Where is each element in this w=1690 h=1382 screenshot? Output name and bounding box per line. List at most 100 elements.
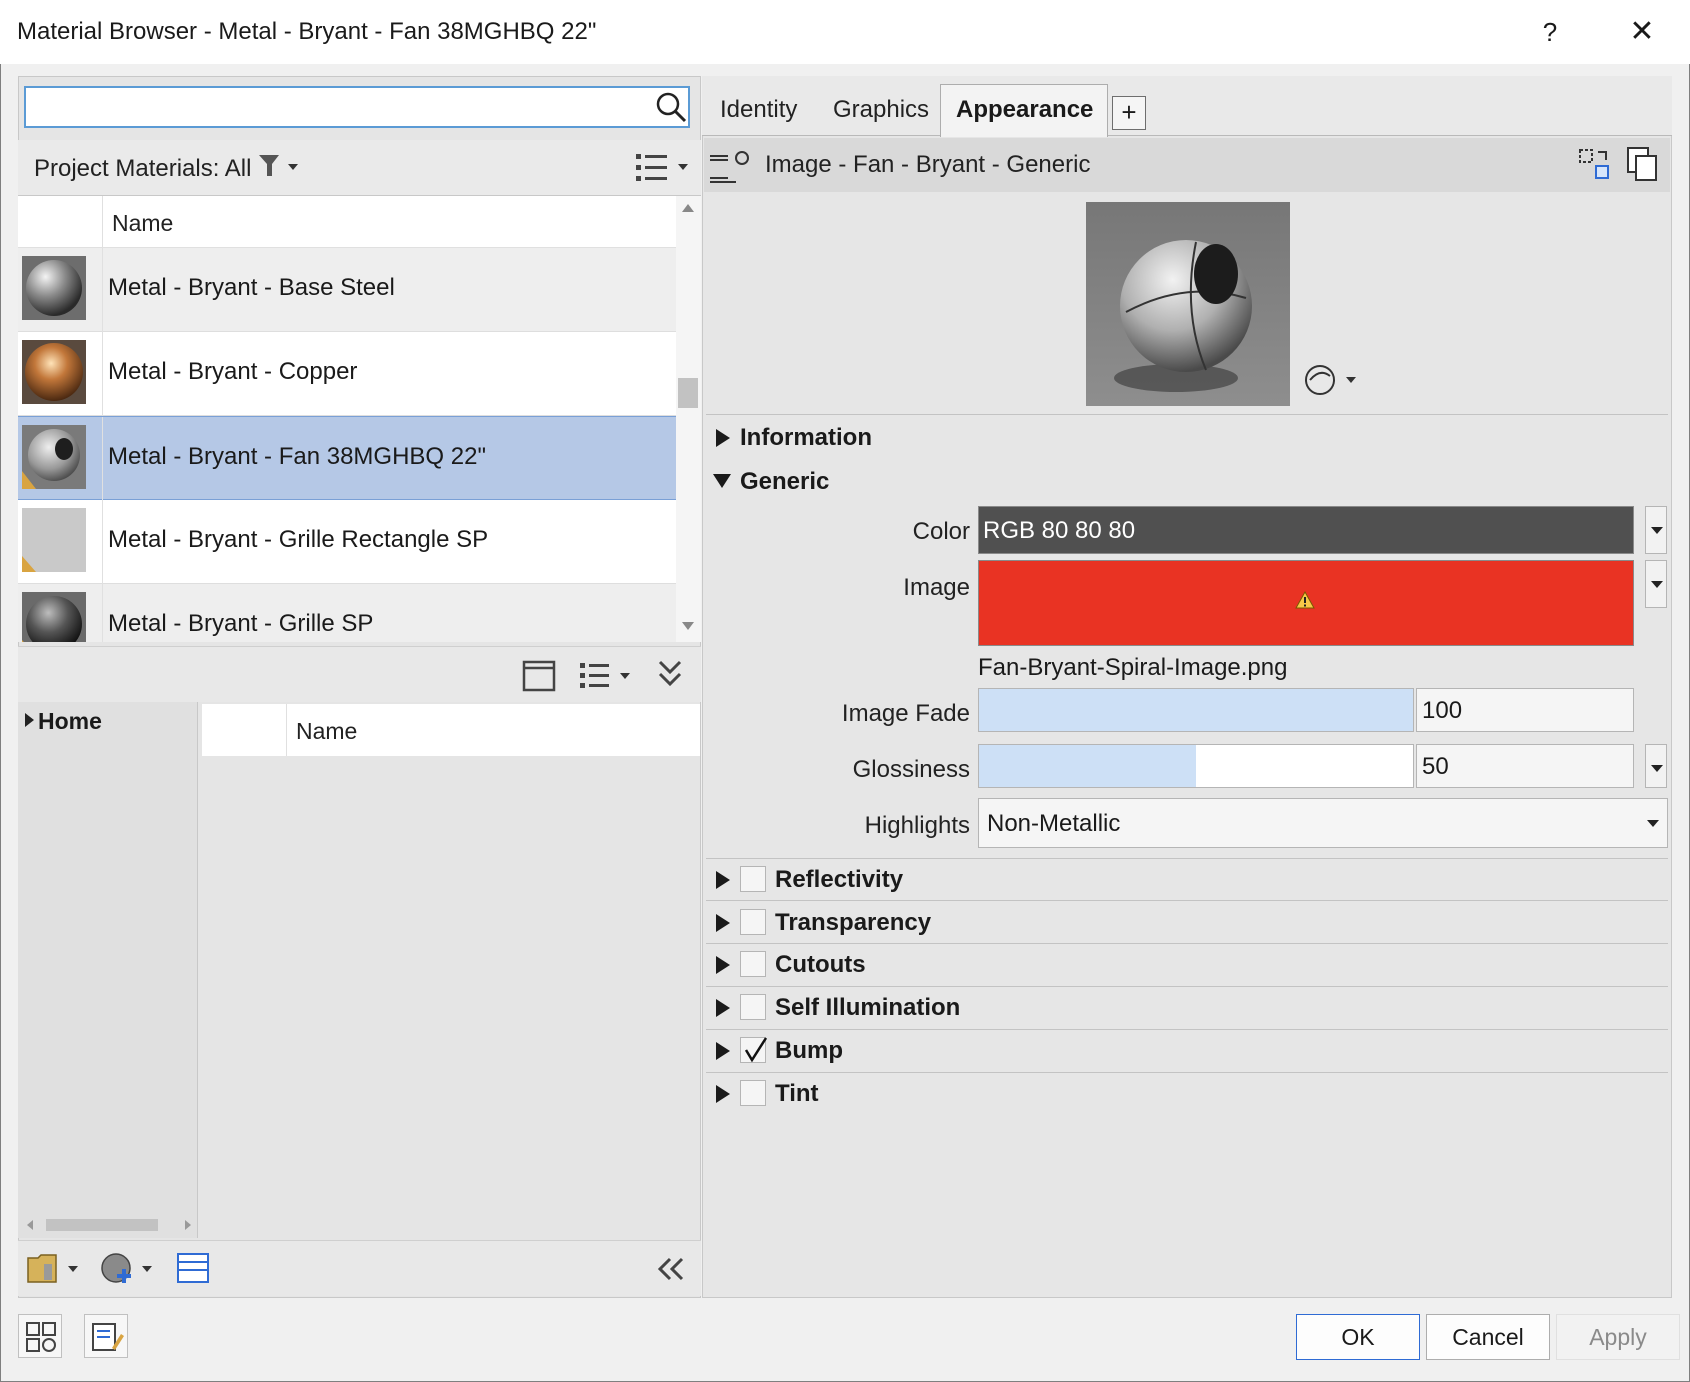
section-bump[interactable]: Bump [775, 1037, 843, 1065]
self-illumination-checkbox[interactable] [740, 994, 766, 1020]
create-material-icon[interactable] [100, 1250, 156, 1288]
expand-bump-icon[interactable] [716, 1042, 730, 1060]
tint-checkbox[interactable] [740, 1080, 766, 1106]
tab-identity[interactable]: Identity [720, 96, 797, 124]
material-row[interactable]: Metal - Bryant - Base Steel [18, 248, 676, 332]
chevron-down-icon[interactable] [1647, 820, 1659, 827]
tab-graphics[interactable]: Graphics [833, 96, 929, 124]
cutouts-checkbox[interactable] [740, 951, 766, 977]
fan-sphere-thumbnail [22, 425, 86, 489]
expand-reflectivity-icon[interactable] [716, 871, 730, 889]
preview-scene-icon[interactable] [1302, 362, 1362, 398]
project-materials-label: Project Materials: All [34, 155, 252, 182]
manage-assets-button[interactable] [18, 1314, 62, 1358]
expand-information-icon[interactable] [716, 429, 730, 447]
color-dropdown-button[interactable] [1645, 506, 1667, 554]
cancel-button[interactable]: Cancel [1426, 1314, 1550, 1360]
section-cutouts[interactable]: Cutouts [775, 951, 866, 979]
edit-icon [92, 1323, 124, 1351]
material-list: Name Metal - Bryant - Base Steel Metal -… [18, 196, 676, 642]
close-button[interactable]: ✕ [1620, 12, 1664, 52]
section-self-illumination[interactable]: Self Illumination [775, 994, 960, 1022]
scroll-down-icon[interactable] [680, 620, 696, 632]
divider [706, 900, 1668, 901]
material-row[interactable]: Metal - Bryant - Grille Rectangle SP [18, 500, 676, 584]
asset-link-icon[interactable] [708, 148, 758, 188]
library-tree-home[interactable]: Home [38, 708, 102, 735]
transparency-checkbox[interactable] [740, 909, 766, 935]
material-list-header: Name [18, 196, 676, 248]
library-folder-icon[interactable] [26, 1250, 82, 1286]
tab-appearance-label: Appearance [956, 96, 1094, 123]
divider [706, 986, 1668, 987]
search-box[interactable] [24, 86, 690, 128]
highlights-select[interactable]: Non-Metallic [978, 798, 1668, 848]
panel-view-icon[interactable] [522, 660, 556, 692]
glossiness-input[interactable]: 50 [1416, 744, 1634, 788]
material-label: Metal - Bryant - Base Steel [108, 274, 395, 301]
scroll-up-icon[interactable] [680, 202, 696, 214]
library-list [202, 702, 700, 1238]
duplicate-asset-icon[interactable] [1626, 146, 1660, 182]
scrollbar-thumb[interactable] [678, 378, 698, 408]
apply-button[interactable]: Apply [1556, 1314, 1680, 1360]
ok-button[interactable]: OK [1296, 1314, 1420, 1360]
search-input[interactable] [26, 88, 626, 126]
edit-properties-button[interactable] [84, 1314, 128, 1358]
material-row[interactable]: Metal - Bryant - Grille SP [18, 584, 676, 642]
color-field[interactable]: RGB 80 80 80 [978, 506, 1634, 554]
reflectivity-checkbox[interactable] [740, 866, 766, 892]
library-list-header [202, 704, 700, 756]
help-button[interactable]: ? [1530, 12, 1570, 52]
expand-arrow-icon[interactable] [24, 712, 36, 728]
copper-sphere-thumbnail [22, 340, 86, 404]
section-generic[interactable]: Generic [740, 468, 829, 496]
asset-name: Image - Fan - Bryant - Generic [765, 151, 1091, 178]
library-tree [18, 702, 198, 1238]
search-icon[interactable] [654, 90, 688, 124]
warning-icon [1295, 590, 1315, 609]
expand-tint-icon[interactable] [716, 1085, 730, 1103]
asset-grid-icon [26, 1322, 56, 1352]
library-column-name[interactable]: Name [296, 718, 357, 745]
grey-square-thumbnail [22, 508, 86, 572]
expand-cutouts-icon[interactable] [716, 956, 730, 974]
expand-self-illumination-icon[interactable] [716, 999, 730, 1017]
material-label: Metal - Bryant - Copper [108, 358, 358, 385]
material-label: Metal - Bryant - Grille Rectangle SP [108, 526, 489, 553]
section-tint[interactable]: Tint [775, 1080, 819, 1108]
bump-checkbox[interactable] [740, 1037, 768, 1063]
collapse-generic-icon[interactable] [713, 474, 731, 488]
collapse-left-icon[interactable] [654, 1256, 688, 1282]
glossiness-label: Glossiness [852, 756, 970, 783]
glossiness-dropdown-button[interactable] [1645, 744, 1667, 788]
image-filename[interactable]: Fan-Bryant-Spiral-Image.png [978, 654, 1287, 682]
column-header-name[interactable]: Name [112, 210, 173, 237]
image-fade-input[interactable]: 100 [1416, 688, 1634, 732]
material-row-selected[interactable]: Metal - Bryant - Fan 38MGHBQ 22" [18, 416, 676, 501]
window-title: Material Browser - Metal - Bryant - Fan … [17, 18, 597, 45]
replace-asset-icon[interactable] [1578, 148, 1612, 182]
highlights-label: Highlights [864, 812, 970, 839]
material-editor-icon[interactable] [176, 1252, 210, 1284]
material-list-scrollbar[interactable] [676, 196, 701, 642]
section-transparency[interactable]: Transparency [775, 909, 931, 937]
filter-icon[interactable] [258, 154, 298, 180]
section-information[interactable]: Information [740, 424, 872, 452]
list-view-icon[interactable] [634, 150, 690, 186]
collapse-down-icon[interactable] [654, 656, 686, 692]
tree-horizontal-scrollbar[interactable] [24, 1216, 194, 1234]
add-asset-button[interactable]: + [1112, 96, 1146, 130]
divider [706, 1029, 1668, 1030]
library-list-view-icon[interactable] [578, 660, 634, 692]
image-fade-label: Image Fade [841, 700, 970, 727]
image-label: Image [903, 574, 970, 601]
material-row[interactable]: Metal - Bryant - Copper [18, 332, 676, 416]
divider [706, 414, 1668, 415]
expand-transparency-icon[interactable] [716, 914, 730, 932]
section-reflectivity[interactable]: Reflectivity [775, 866, 903, 894]
dark-sphere-thumbnail [22, 592, 86, 642]
image-dropdown-button[interactable] [1645, 560, 1667, 608]
material-label: Metal - Bryant - Fan 38MGHBQ 22" [108, 443, 486, 470]
divider [706, 943, 1668, 944]
